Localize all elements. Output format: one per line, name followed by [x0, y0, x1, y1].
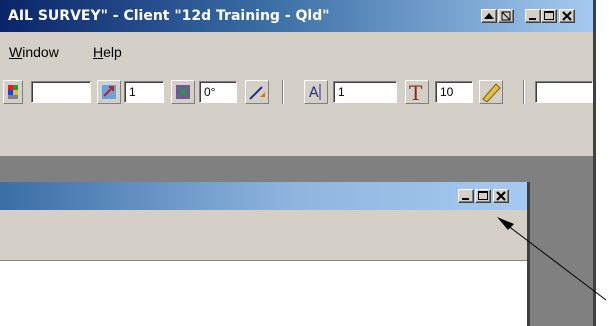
close-icon [496, 191, 506, 201]
toolbar-field-4[interactable]: 1 [333, 81, 397, 103]
menu-help[interactable]: Help [93, 44, 122, 60]
menu-help-mnemonic: H [93, 44, 104, 60]
menu-window-label: indow [22, 44, 59, 60]
toolbar-separator [523, 80, 525, 104]
child-window-frame [527, 182, 530, 326]
menu-bar: Window Help [0, 32, 593, 68]
svg-text:A: A [309, 85, 319, 101]
toolbar-field-2[interactable]: 1 [124, 81, 164, 103]
toolbar-separator [282, 80, 284, 104]
child-maximize-button[interactable] [475, 189, 491, 203]
toolbar-field-3[interactable]: 0° [199, 81, 237, 103]
child-window-panel [0, 210, 527, 260]
toolbar-field-5[interactable]: 10 [435, 81, 473, 103]
pin-icon [501, 11, 511, 21]
toolbar-field-1[interactable] [31, 81, 91, 103]
text-font-tool-button[interactable]: T [405, 80, 429, 105]
main-title-bar[interactable]: AIL SURVEY" - Client "12d Training - Qld… [0, 0, 593, 32]
draw-icon [249, 86, 265, 100]
angle-tool-button[interactable] [171, 80, 195, 104]
svg-text:T: T [409, 81, 423, 103]
child-window-client-area[interactable] [0, 260, 527, 326]
menu-window[interactable]: Window [9, 44, 59, 60]
text-height-tool-button[interactable]: A [304, 80, 328, 104]
rotate-icon [102, 85, 116, 99]
maximize-icon [544, 11, 554, 20]
color-palette-icon [8, 85, 18, 99]
maximize-icon [478, 191, 488, 200]
window-right-edge [593, 0, 596, 326]
text-t-icon: T [409, 81, 423, 105]
child-window-title-bar[interactable] [0, 182, 530, 210]
menu-help-label: elp [103, 44, 122, 60]
restore-arrow-button[interactable] [481, 9, 497, 23]
toolbar-field-6[interactable] [535, 81, 593, 103]
pin-button[interactable] [498, 9, 514, 23]
angle-icon [176, 85, 190, 99]
menu-window-mnemonic: W [9, 44, 23, 60]
measure-tool-button[interactable] [479, 80, 503, 104]
ruler-icon [482, 83, 501, 103]
window-title: AIL SURVEY" - Client "12d Training - Qld… [8, 8, 330, 24]
text-height-icon: A [309, 84, 321, 101]
minimize-button[interactable] [525, 9, 541, 23]
child-close-button[interactable] [493, 189, 509, 203]
rotate-tool-button[interactable] [97, 80, 121, 104]
close-icon [562, 11, 572, 21]
child-minimize-button[interactable] [458, 189, 474, 203]
close-button[interactable] [559, 9, 575, 23]
maximize-button[interactable] [541, 9, 557, 23]
workspace-toolbar-area [0, 123, 593, 156]
style-tool-button[interactable] [245, 80, 269, 104]
minimize-icon [529, 18, 536, 20]
minimize-icon [462, 198, 469, 200]
triangle-up-icon [484, 13, 494, 19]
color-tool-button[interactable] [3, 80, 23, 104]
toolbar: 1 0° A 1 T 10 [0, 68, 593, 123]
